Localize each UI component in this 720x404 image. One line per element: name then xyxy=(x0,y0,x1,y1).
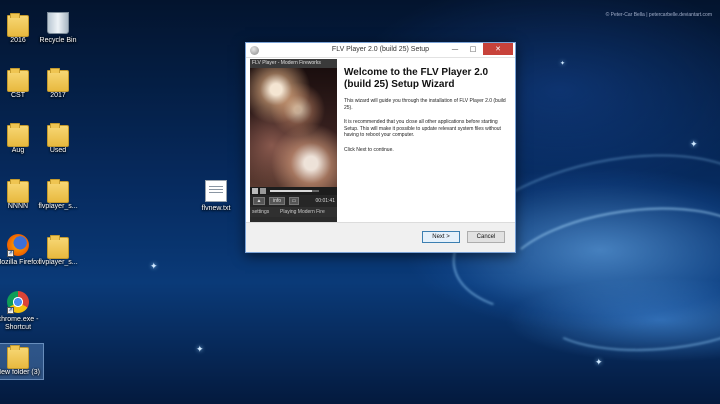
desktop-icon-flvnew-txt[interactable]: flvnew.txt xyxy=(191,180,241,213)
sparkle-icon: ✦ xyxy=(196,345,204,355)
folder-icon xyxy=(7,13,29,37)
folder-icon xyxy=(7,68,29,92)
desktop-icon-label: flvplayer_s... xyxy=(38,203,78,210)
seek-track xyxy=(270,190,319,192)
desktop-icon-label: Used xyxy=(49,147,67,154)
desktop-icon-label: flvplayer_s... xyxy=(38,259,78,266)
seek-fill xyxy=(270,190,312,192)
info-button: info xyxy=(269,197,285,205)
sparkle-icon: ✦ xyxy=(595,358,603,368)
player-settings-label: settings xyxy=(252,209,270,215)
play-icon xyxy=(252,188,258,194)
wizard-sidebar-image: FLV Player - Modern Fireworks ▲ info ▭ 0… xyxy=(250,59,337,224)
sparkle-icon: ✦ xyxy=(150,262,158,272)
player-title: FLV Player - Modern Fireworks xyxy=(250,59,337,68)
sparkle-icon: ✦ xyxy=(560,60,566,67)
desktop-icon-label: 2017 xyxy=(50,92,66,99)
desktop-icon-2017[interactable]: 2017 xyxy=(33,67,83,100)
wizard-intro-text: This wizard will guide you through the i… xyxy=(344,98,506,111)
maximize-button[interactable]: □ xyxy=(465,43,481,55)
player-status-bar: settings Playing Modern Fire xyxy=(250,207,337,217)
recycle-bin-icon xyxy=(47,12,69,34)
screen-icon: ▭ xyxy=(289,197,299,205)
desktop-icon-new-folder-3[interactable]: New folder (3) xyxy=(0,343,44,380)
folder-icon xyxy=(7,123,29,147)
wizard-button-bar: Next > Cancel xyxy=(246,222,515,252)
player-seekbar xyxy=(250,187,337,195)
next-button[interactable]: Next > xyxy=(422,231,460,243)
desktop-icon-chrome-shortcut[interactable]: ↗ chrome.exe - Shortcut xyxy=(0,291,43,332)
wizard-continue-text: Click Next to continue. xyxy=(344,146,394,153)
desktop-icon-label: New folder (3) xyxy=(0,369,40,376)
player-controls: ▲ info ▭ 00:01:41 xyxy=(250,195,337,207)
desktop-icon-flvplayer-setup[interactable]: flvplayer_s... xyxy=(33,178,83,211)
shortcut-arrow-icon: ↗ xyxy=(7,307,14,314)
desktop-icon-used[interactable]: Used xyxy=(33,122,83,155)
window-titlebar[interactable]: FLV Player 2.0 (build 25) Setup — □ ✕ xyxy=(246,43,515,58)
player-status-text: Playing Modern Fire xyxy=(280,209,325,215)
wizard-content: Welcome to the FLV Player 2.0 (build 25)… xyxy=(344,67,510,153)
chrome-icon: ↗ xyxy=(7,291,29,314)
text-file-icon xyxy=(205,180,227,202)
minimize-button[interactable]: — xyxy=(447,43,463,55)
shortcut-arrow-icon: ↗ xyxy=(7,250,14,257)
folder-icon xyxy=(7,345,29,369)
firefox-icon: ↗ xyxy=(7,234,29,257)
wallpaper-watermark: © Peter-Car Bella | petercarbelle.devian… xyxy=(605,12,712,18)
eject-icon: ▲ xyxy=(253,197,265,205)
cancel-button[interactable]: Cancel xyxy=(467,231,505,243)
folder-icon xyxy=(47,123,69,147)
desktop-icon-label: Recycle Bin xyxy=(39,37,77,44)
folder-icon xyxy=(47,235,69,259)
setup-wizard-window[interactable]: FLV Player 2.0 (build 25) Setup — □ ✕ FL… xyxy=(245,42,516,253)
desktop-icon-label: flvnew.txt xyxy=(201,205,231,212)
player-time: 00:01:41 xyxy=(315,198,335,204)
folder-icon xyxy=(47,68,69,92)
close-button[interactable]: ✕ xyxy=(483,43,513,55)
desktop-icon-recycle-bin[interactable]: Recycle Bin xyxy=(33,12,83,45)
wizard-heading: Welcome to the FLV Player 2.0 (build 25)… xyxy=(344,67,489,90)
sparkle-icon: ✦ xyxy=(690,140,698,150)
pause-icon xyxy=(260,188,266,194)
desktop-icon-label: chrome.exe - Shortcut xyxy=(0,316,39,331)
folder-icon xyxy=(47,179,69,203)
wizard-recommendation-text: It is recommended that you close all oth… xyxy=(344,119,501,138)
desktop-icon-flvplayer-setup-2[interactable]: flvplayer_s... xyxy=(33,234,83,267)
fireworks-video-frame xyxy=(250,68,337,187)
folder-icon xyxy=(7,179,29,203)
